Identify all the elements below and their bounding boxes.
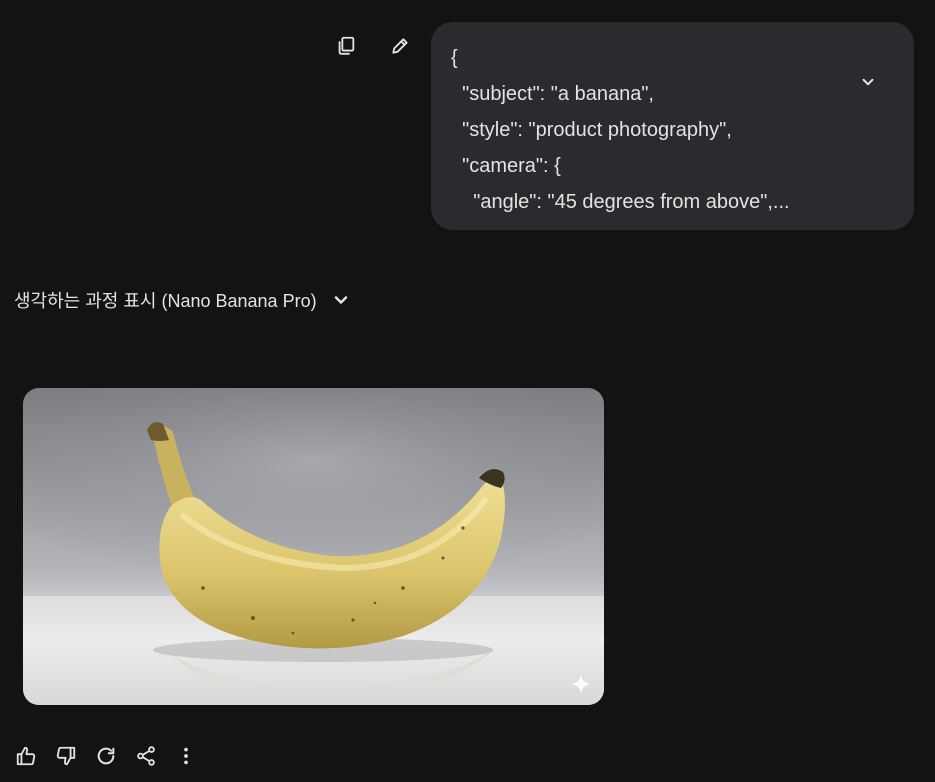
share-button[interactable] <box>130 740 162 772</box>
expand-prompt-button[interactable] <box>854 68 882 96</box>
more-options-button[interactable] <box>170 740 202 772</box>
redo-button[interactable] <box>90 740 122 772</box>
thumbs-down-button[interactable] <box>50 740 82 772</box>
edit-button[interactable] <box>384 30 416 62</box>
prompt-line: "subject": "a banana", <box>451 83 654 105</box>
redo-icon <box>97 747 115 765</box>
thumbs-up-icon <box>16 746 36 766</box>
prompt-line: "style": "product photography", <box>451 119 732 141</box>
copy-icon <box>338 36 355 55</box>
more-vert-icon <box>184 747 188 765</box>
thinking-label: 생각하는 과정 표시 (Nano Banana Pro) <box>14 291 317 311</box>
response-actions <box>10 740 202 772</box>
prompt-actions <box>330 30 416 62</box>
share-icon <box>137 746 155 766</box>
copy-button[interactable] <box>330 30 362 62</box>
thumbs-up-button[interactable] <box>10 740 42 772</box>
thumbs-down-icon <box>56 746 76 766</box>
prompt-line: "angle": "45 degrees from above",... <box>451 191 790 213</box>
edit-icon <box>392 38 408 54</box>
chevron-down-icon <box>334 296 347 304</box>
generated-image[interactable] <box>23 388 604 705</box>
show-thinking-toggle[interactable]: 생각하는 과정 표시 (Nano Banana Pro) <box>14 287 351 313</box>
banana-illustration <box>23 388 604 704</box>
sparkle-icon <box>570 673 592 695</box>
chevron-down-icon <box>862 78 874 86</box>
prompt-line: "camera": { <box>451 155 561 177</box>
user-prompt-bubble: { "subject": "a banana", "style": "produ… <box>431 22 914 230</box>
prompt-line: { <box>451 47 458 69</box>
